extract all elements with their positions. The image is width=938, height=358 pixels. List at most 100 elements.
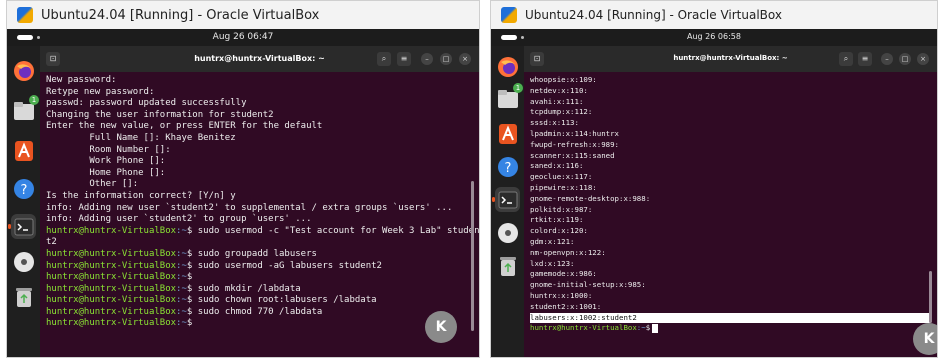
terminal-line: colord:x:120: [530, 226, 931, 237]
terminal-line: nm-openvpn:x:122: [530, 248, 931, 259]
output-text: whoopsie:x:109: [530, 75, 597, 84]
output-text: gdm:x:121: [530, 236, 575, 246]
terminal-line: passwd: password updated successfully [46, 98, 473, 110]
terminal-line: gamemode:x:986: [530, 269, 931, 280]
prompt-user: huntrx@huntrx-VirtualBox [46, 306, 177, 317]
terminal-line: gnome-initial-setup:x:985: [530, 280, 931, 291]
output-text: Retype new password: [46, 86, 155, 97]
minimize-icon[interactable]: – [881, 53, 893, 65]
output-text: Changing the user information for studen… [46, 109, 274, 120]
output-text: Home Phone []: [46, 167, 166, 178]
output-text: Full Name []: Khaye Benitez [46, 132, 236, 143]
maximize-icon[interactable]: □ [440, 53, 452, 65]
gnome-top-bar: Aug 26 06:58 [491, 29, 937, 46]
window-titlebar: Ubuntu24.04 [Running] - Oracle VirtualBo… [491, 1, 937, 29]
terminal-line: huntrx:x:1000: [530, 291, 931, 302]
search-icon[interactable]: ⌕ [377, 52, 391, 66]
terminal-line: polkitd:x:987: [530, 205, 931, 216]
terminal-line: Home Phone []: [46, 168, 473, 180]
output-text: passwd: password updated successfully [46, 98, 247, 109]
files-icon[interactable]: 1 [11, 95, 39, 123]
output-text: fwupd-refresh:x:989: [530, 139, 619, 149]
scrollbar[interactable] [929, 271, 932, 323]
terminal-line: fwupd-refresh:x:989: [530, 140, 931, 151]
firefox-icon[interactable] [495, 54, 520, 79]
output-text: Other []: [46, 179, 139, 190]
disc-icon[interactable] [11, 249, 36, 274]
terminal-line: huntrx@huntrx-VirtualBox:~$ [46, 272, 473, 284]
terminal-line: Retype new password: [46, 87, 473, 99]
terminal-line: info: Adding user `student2' to group `u… [46, 214, 473, 226]
terminal-window[interactable]: ⊡ huntrx@huntrx-VirtualBox: ~ ⌕ ≡ – □ × … [40, 46, 479, 357]
clock[interactable]: Aug 26 06:58 [491, 32, 937, 41]
command-text: $ [186, 318, 193, 329]
output-text: tcpdump:x:112: [530, 107, 593, 117]
output-text: info: Adding new user `student2' to supp… [46, 202, 453, 213]
app-center-icon[interactable] [11, 138, 36, 163]
trash-icon[interactable] [11, 284, 36, 309]
help-icon[interactable]: ? [495, 154, 520, 179]
terminal-line: huntrx@huntrx-VirtualBox:~$ sudo usermod… [46, 261, 473, 273]
ubuntu-dock: 1 ? [491, 46, 524, 357]
terminal-icon[interactable] [492, 187, 520, 212]
terminal-line: rtkit:x:119: [530, 215, 931, 226]
avatar: K [913, 323, 937, 355]
search-icon[interactable]: ⌕ [839, 52, 853, 66]
gnome-top-bar: Aug 26 06:47 [7, 29, 479, 46]
prompt-user: huntrx@huntrx-VirtualBox [46, 283, 177, 294]
terminal-line: huntrx@huntrx-VirtualBox:~$ sudo chmod 7… [46, 307, 473, 319]
terminal-line: huntrx@huntrx-VirtualBox:~$ sudo usermod… [46, 226, 479, 238]
terminal-output[interactable]: New password: Retype new password: passwd:… [40, 72, 479, 357]
disc-icon[interactable] [495, 220, 520, 245]
clock[interactable]: Aug 26 06:47 [7, 32, 479, 42]
output-text: t2 [46, 237, 57, 248]
output-text: lpadmin:x:114:huntrx [530, 128, 619, 138]
output-text: gamemode:x:986: [530, 269, 597, 279]
terminal-line: netdev:x:110: [530, 86, 931, 97]
terminal-output[interactable]: whoopsie:x:109: netdev:x:110: avahi:x:111:… [524, 72, 937, 357]
terminal-line: lxd:x:123: [530, 259, 931, 270]
command-text: $ sudo chmod 770 /labdata [186, 306, 323, 317]
menu-icon[interactable]: ≡ [858, 52, 872, 66]
help-icon[interactable]: ? [11, 176, 36, 201]
terminal-headerbar: ⊡ huntrx@huntrx-VirtualBox: ~ ⌕ ≡ – □ × [524, 46, 937, 72]
minimize-icon[interactable]: – [421, 53, 433, 65]
app-center-icon[interactable] [495, 121, 520, 146]
terminal-line: pipewire:x:118: [530, 183, 931, 194]
output-text: saned:x:116: [530, 161, 584, 171]
window-title: Ubuntu24.04 [Running] - Oracle VirtualBo… [525, 8, 782, 22]
terminal-icon[interactable] [8, 214, 36, 239]
command-text: $ sudo usermod -c "Test account for Week… [186, 225, 479, 236]
prompt-user: huntrx@huntrx-VirtualBox [46, 260, 177, 271]
prompt-path: :~ [176, 283, 187, 294]
menu-icon[interactable]: ≡ [397, 52, 411, 66]
firefox-icon[interactable] [11, 58, 36, 83]
output-text: avahi:x:111: [530, 96, 584, 106]
active-app-indicator [8, 224, 11, 229]
terminal-title: huntrx@huntrx-VirtualBox: ~ [673, 54, 788, 62]
left-virtualbox-window: Ubuntu24.04 [Running] - Oracle VirtualBo… [6, 0, 480, 358]
output-text: colord:x:120: [530, 226, 588, 236]
prompt-user: huntrx@huntrx-VirtualBox [530, 323, 637, 333]
command-text: $ sudo chown root:labusers /labdata [186, 295, 377, 306]
prompt-path: :~ [176, 318, 187, 329]
trash-icon[interactable] [495, 253, 520, 278]
notification-badge: 1 [29, 95, 39, 105]
ubuntu-dock: 1 ? [7, 46, 40, 357]
svg-text:?: ? [20, 183, 27, 198]
prompt-path: :~ [176, 306, 187, 317]
terminal-line: Other []: [46, 179, 473, 191]
scrollbar[interactable] [471, 181, 474, 331]
close-icon[interactable]: × [459, 53, 471, 65]
output-text: geoclue:x:117: [530, 172, 593, 182]
files-icon[interactable]: 1 [495, 83, 523, 111]
terminal-line: lpadmin:x:114:huntrx [530, 129, 931, 140]
terminal-line: tcpdump:x:112: [530, 107, 931, 118]
terminal-line: gdm:x:121: [530, 237, 931, 248]
terminal-line: Enter the new value, or press ENTER for … [46, 121, 473, 133]
terminal-line: Work Phone []: [46, 156, 473, 168]
maximize-icon[interactable]: □ [899, 53, 911, 65]
close-icon[interactable]: × [917, 53, 929, 65]
terminal-window[interactable]: ⊡ huntrx@huntrx-VirtualBox: ~ ⌕ ≡ – □ × … [524, 46, 937, 357]
output-text: huntrx:x:1000: [530, 290, 593, 300]
